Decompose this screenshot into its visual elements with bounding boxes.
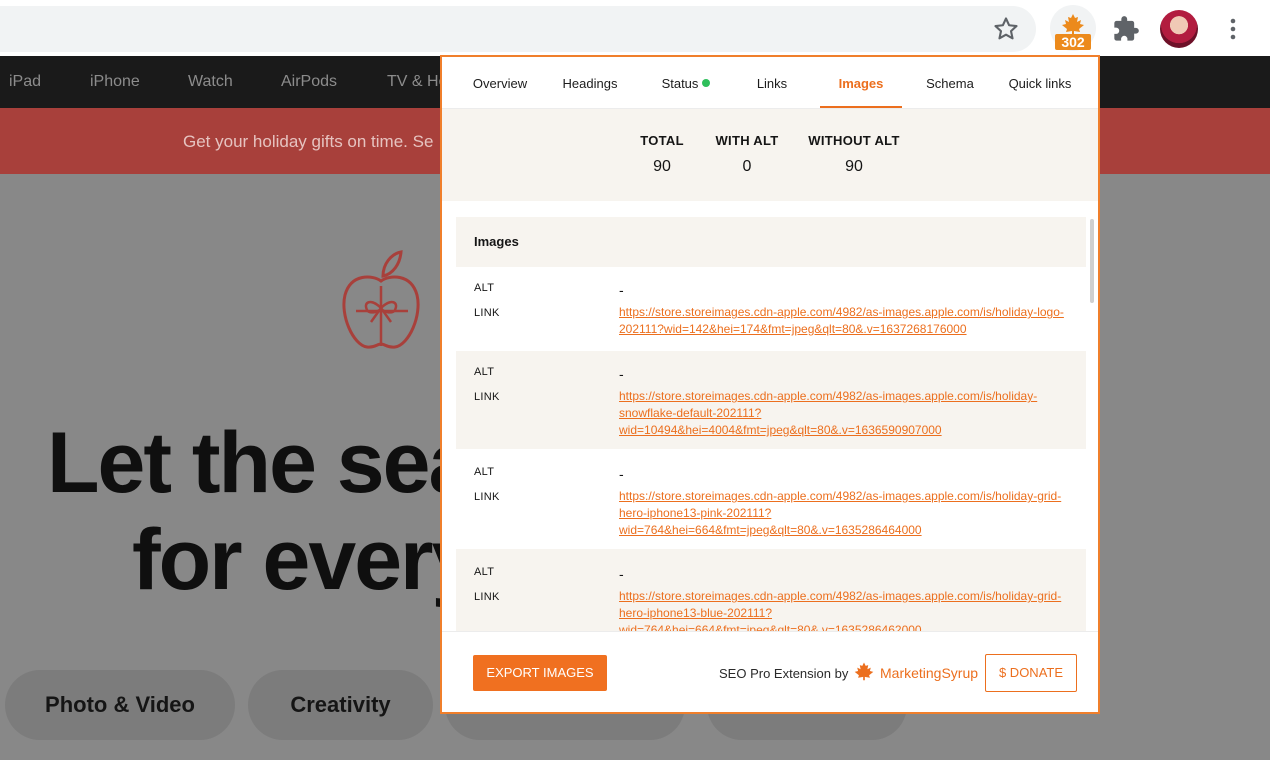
stat-without-alt: WITHOUT ALT 90: [802, 133, 906, 176]
site-nav-item[interactable]: AirPods: [281, 73, 337, 91]
link-key: LINK: [474, 307, 500, 319]
image-row: ALT - LINK https://store.storeimages.cdn…: [456, 267, 1086, 351]
site-nav-item[interactable]: Watch: [188, 73, 233, 91]
stat-with-alt-label: WITH ALT: [715, 133, 779, 148]
browser-toolbar: 302: [0, 0, 1270, 56]
alt-value: -: [619, 366, 624, 382]
stat-total-value: 90: [653, 158, 671, 175]
site-nav-item[interactable]: iPad: [9, 73, 41, 91]
link-key: LINK: [474, 591, 500, 603]
popup-footer: EXPORT IMAGES SEO Pro Extension by Marke…: [442, 631, 1098, 712]
stat-with-alt: WITH ALT 0: [708, 133, 786, 176]
stat-with-alt-value: 0: [742, 158, 752, 175]
image-row: ALT - LINK https://store.storeimages.cdn…: [456, 549, 1086, 631]
category-pill[interactable]: Photo & Video: [5, 670, 235, 740]
image-stats-panel: TOTAL 90 WITH ALT 0 WITHOUT ALT 90: [442, 109, 1098, 201]
tab-images[interactable]: Images: [820, 57, 902, 108]
alt-value: -: [619, 282, 624, 298]
tab-links[interactable]: Links: [742, 57, 802, 107]
seo-pro-popup: Overview Headings Status Links Images Sc…: [440, 55, 1100, 714]
image-link[interactable]: https://store.storeimages.cdn-apple.com/…: [619, 388, 1069, 439]
stat-total: TOTAL 90: [630, 133, 694, 176]
profile-avatar[interactable]: [1160, 10, 1198, 48]
alt-value: -: [619, 566, 624, 582]
tab-label: Schema: [926, 76, 974, 91]
tab-quick-links[interactable]: Quick links: [998, 57, 1082, 107]
credit-text: SEO Pro Extension by: [719, 666, 849, 681]
donate-button[interactable]: $ DONATE: [985, 654, 1077, 692]
maple-leaf-icon: [1062, 14, 1084, 35]
category-pill[interactable]: Creativity: [248, 670, 433, 740]
alt-value: -: [619, 466, 624, 482]
marketingsyrup-brand[interactable]: MarketingSyrup: [880, 665, 978, 681]
link-key: LINK: [474, 491, 500, 503]
tab-schema[interactable]: Schema: [916, 57, 984, 107]
stat-without-alt-value: 90: [845, 158, 863, 175]
site-nav-item[interactable]: iPhone: [90, 73, 140, 91]
extension-badge-count: 302: [1055, 34, 1091, 50]
image-link[interactable]: https://store.storeimages.cdn-apple.com/…: [619, 588, 1069, 631]
promo-banner-text: Get your holiday gifts on time. Se: [183, 132, 434, 151]
images-list[interactable]: Images ALT - LINK https://store.storeima…: [456, 217, 1086, 631]
export-images-button[interactable]: EXPORT IMAGES: [473, 655, 607, 691]
stat-without-alt-label: WITHOUT ALT: [808, 133, 900, 148]
hero-heading-line-2: for every: [132, 512, 479, 608]
tab-label: Images: [838, 76, 884, 91]
hero-heading-line-1: Let the sea: [47, 415, 476, 511]
alt-key: ALT: [474, 366, 495, 378]
extensions-puzzle-icon[interactable]: [1112, 15, 1140, 43]
address-bar[interactable]: [0, 6, 1036, 52]
images-section-title: Images: [456, 217, 1086, 267]
tab-headings[interactable]: Headings: [550, 57, 630, 107]
status-ok-dot: [702, 79, 711, 87]
image-link[interactable]: https://store.storeimages.cdn-apple.com/…: [619, 488, 1069, 539]
site-nav-item[interactable]: TV & Ho: [387, 73, 447, 91]
tab-label: Overview: [472, 76, 528, 91]
marketingsyrup-leaf-icon: [854, 662, 874, 681]
image-link[interactable]: https://store.storeimages.cdn-apple.com/…: [619, 304, 1069, 338]
tab-overview[interactable]: Overview: [462, 57, 538, 107]
holiday-apple-logo: [342, 250, 420, 349]
tab-label: Headings: [562, 76, 618, 91]
list-scrollbar[interactable]: [1090, 219, 1094, 303]
alt-key: ALT: [474, 282, 495, 294]
image-row: ALT - LINK https://store.storeimages.cdn…: [456, 351, 1086, 449]
tab-label: Status: [661, 76, 699, 91]
bookmark-star-icon[interactable]: [992, 15, 1020, 43]
chrome-menu-icon[interactable]: [1222, 16, 1244, 42]
image-row: ALT - LINK https://store.storeimages.cdn…: [456, 449, 1086, 549]
link-key: LINK: [474, 391, 500, 403]
alt-key: ALT: [474, 566, 495, 578]
stat-total-label: TOTAL: [640, 133, 684, 148]
popup-tab-bar: Overview Headings Status Links Images Sc…: [442, 57, 1098, 109]
tab-label: Quick links: [1008, 76, 1072, 91]
tab-status[interactable]: Status: [646, 57, 726, 107]
tab-label: Links: [756, 76, 788, 91]
seo-pro-extension-button[interactable]: 302: [1050, 5, 1096, 51]
alt-key: ALT: [474, 466, 495, 478]
